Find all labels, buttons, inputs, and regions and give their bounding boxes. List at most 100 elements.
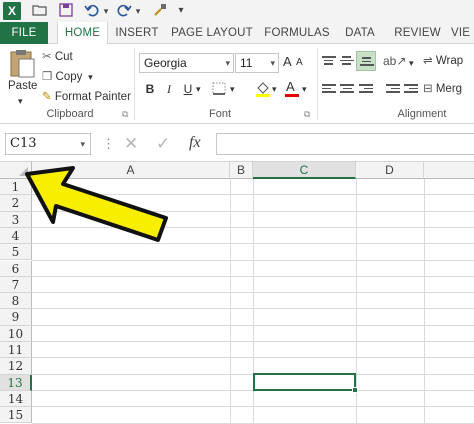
align-left-icon[interactable] [322, 84, 336, 96]
cut-button[interactable]: ✂ Cut [42, 49, 73, 63]
font-color-dropdown-icon[interactable]: ▾ [302, 84, 307, 95]
increase-indent-icon[interactable] [404, 84, 418, 96]
row-header-3[interactable]: 3 [0, 211, 32, 228]
ribbon-separator [134, 48, 135, 120]
excel-window: X ▾ ▾ ▾ FILE HOME INSERT PAGE LAYOUT FOR… [0, 0, 474, 424]
selected-cell-c13[interactable] [253, 373, 358, 393]
merge-center-button[interactable]: ⊟ Merg [423, 81, 462, 95]
font-launcher-icon[interactable]: ⧉ [304, 109, 310, 120]
row-header-5[interactable]: 5 [0, 244, 32, 261]
align-right-icon[interactable] [359, 84, 373, 96]
column-header-a[interactable]: A [32, 162, 230, 179]
font-name-select[interactable]: Georgia ▾ [139, 53, 234, 73]
tab-home[interactable]: HOME [57, 22, 108, 45]
font-size-select[interactable]: 11 ▾ [235, 53, 279, 73]
confirm-entry-icon[interactable]: ✓ [156, 134, 170, 154]
align-center-icon[interactable] [340, 84, 354, 96]
tab-formulas[interactable]: FORMULAS [263, 22, 331, 44]
column-header-c[interactable]: C [253, 162, 356, 179]
row-header-8[interactable]: 8 [0, 293, 32, 310]
open-folder-icon[interactable] [32, 2, 48, 20]
align-middle-icon[interactable] [340, 56, 354, 68]
font-name-value: Georgia [144, 56, 187, 70]
borders-dropdown-icon[interactable]: ▾ [230, 84, 235, 95]
wrap-text-button[interactable]: ⇌ Wrap [423, 53, 463, 67]
grow-font-icon[interactable]: A [283, 54, 292, 69]
format-painter-label: Format Painter [54, 91, 131, 103]
underline-dropdown-icon[interactable]: ▾ [196, 84, 201, 95]
select-all-button[interactable] [0, 162, 32, 179]
row-gridline [32, 324, 474, 326]
row-header-2[interactable]: 2 [0, 195, 32, 212]
align-bottom-icon [360, 57, 374, 69]
row-header-14[interactable]: 14 [0, 390, 32, 408]
font-name-dropdown-icon: ▾ [225, 58, 230, 68]
paste-icon[interactable] [8, 48, 36, 80]
font-group-label: Font [208, 108, 231, 120]
row-header-1[interactable]: 1 [0, 179, 32, 196]
font-color-button[interactable]: A [284, 79, 300, 98]
name-box[interactable]: C13 ▾ [5, 133, 91, 155]
copy-icon: ❐ [42, 71, 53, 83]
fill-handle[interactable] [352, 387, 358, 393]
align-bottom-button[interactable] [356, 51, 376, 71]
column-header-e[interactable] [424, 162, 474, 179]
redo-icon[interactable] [116, 2, 132, 20]
column-header-d[interactable]: D [356, 162, 424, 179]
redo-dropdown-icon[interactable]: ▾ [134, 2, 142, 20]
tab-view[interactable]: VIE [451, 22, 474, 44]
row-gridline [32, 422, 474, 424]
formula-bar-more-icon[interactable]: ⋮ [102, 136, 115, 152]
cut-icon: ✂ [42, 51, 52, 63]
align-top-icon[interactable] [322, 56, 336, 68]
wrap-text-label: Wrap [435, 55, 464, 67]
paste-button-label[interactable]: Paste [8, 80, 37, 92]
row-header-13[interactable]: 13 [0, 374, 32, 391]
save-icon[interactable] [58, 2, 74, 20]
copy-button[interactable]: ❐ Copy ▾ [42, 69, 93, 83]
row-gridline [32, 194, 474, 196]
cancel-entry-icon[interactable]: ✕ [124, 134, 138, 154]
undo-icon[interactable] [84, 2, 100, 20]
row-header-10[interactable]: 10 [0, 325, 32, 342]
borders-icon[interactable] [212, 82, 227, 96]
row-header-6[interactable]: 6 [0, 260, 32, 277]
tab-page-layout[interactable]: PAGE LAYOUT [170, 22, 254, 44]
row-header-9[interactable]: 9 [0, 309, 32, 326]
row-header-12[interactable]: 12 [0, 358, 32, 375]
fill-color-dropdown-icon[interactable]: ▾ [272, 84, 277, 95]
format-painter-icon[interactable] [152, 2, 168, 20]
merge-center-label: Merg [435, 83, 463, 95]
font-size-value: 11 [240, 56, 253, 70]
undo-dropdown-icon[interactable]: ▾ [102, 2, 110, 20]
excel-logo-icon: X [3, 2, 21, 20]
bold-button[interactable]: B [141, 80, 159, 98]
wrap-text-icon: ⇌ [423, 55, 433, 67]
italic-button[interactable]: I [160, 80, 178, 98]
row-header-15[interactable]: 15 [0, 407, 32, 424]
shrink-font-icon[interactable]: A [296, 57, 303, 68]
tab-file[interactable]: FILE [0, 22, 48, 44]
row-gridline [32, 308, 474, 310]
row-header-11[interactable]: 11 [0, 342, 32, 359]
column-header-b[interactable]: B [230, 162, 253, 179]
underline-button[interactable]: U [179, 80, 197, 98]
tab-insert[interactable]: INSERT [111, 22, 163, 44]
paste-dropdown-icon[interactable]: ▾ [18, 96, 23, 107]
clipboard-launcher-icon[interactable]: ⧉ [122, 109, 128, 120]
tab-data[interactable]: DATA [340, 22, 380, 44]
row-header-7[interactable]: 7 [0, 276, 32, 294]
format-painter-button[interactable]: ✎ Format Painter [42, 89, 131, 103]
formula-input[interactable] [216, 133, 474, 155]
quick-access-toolbar: X ▾ ▾ ▾ [0, 0, 474, 22]
row-header-4[interactable]: 4 [0, 227, 32, 245]
font-color-swatch [285, 94, 299, 97]
tab-review[interactable]: REVIEW [390, 22, 445, 44]
decrease-indent-icon[interactable] [386, 84, 400, 96]
orientation-dropdown-icon[interactable]: ▾ [409, 58, 414, 69]
insert-function-icon[interactable]: fx [189, 134, 201, 152]
orientation-icon[interactable]: ab↗ [383, 54, 406, 68]
customize-chevron-icon[interactable]: ▾ [176, 2, 186, 20]
fill-color-icon[interactable] [255, 80, 271, 98]
worksheet-grid[interactable]: A B C D 1 2 3 4 5 6 7 8 9 10 11 12 13 14 15 [0, 162, 474, 424]
